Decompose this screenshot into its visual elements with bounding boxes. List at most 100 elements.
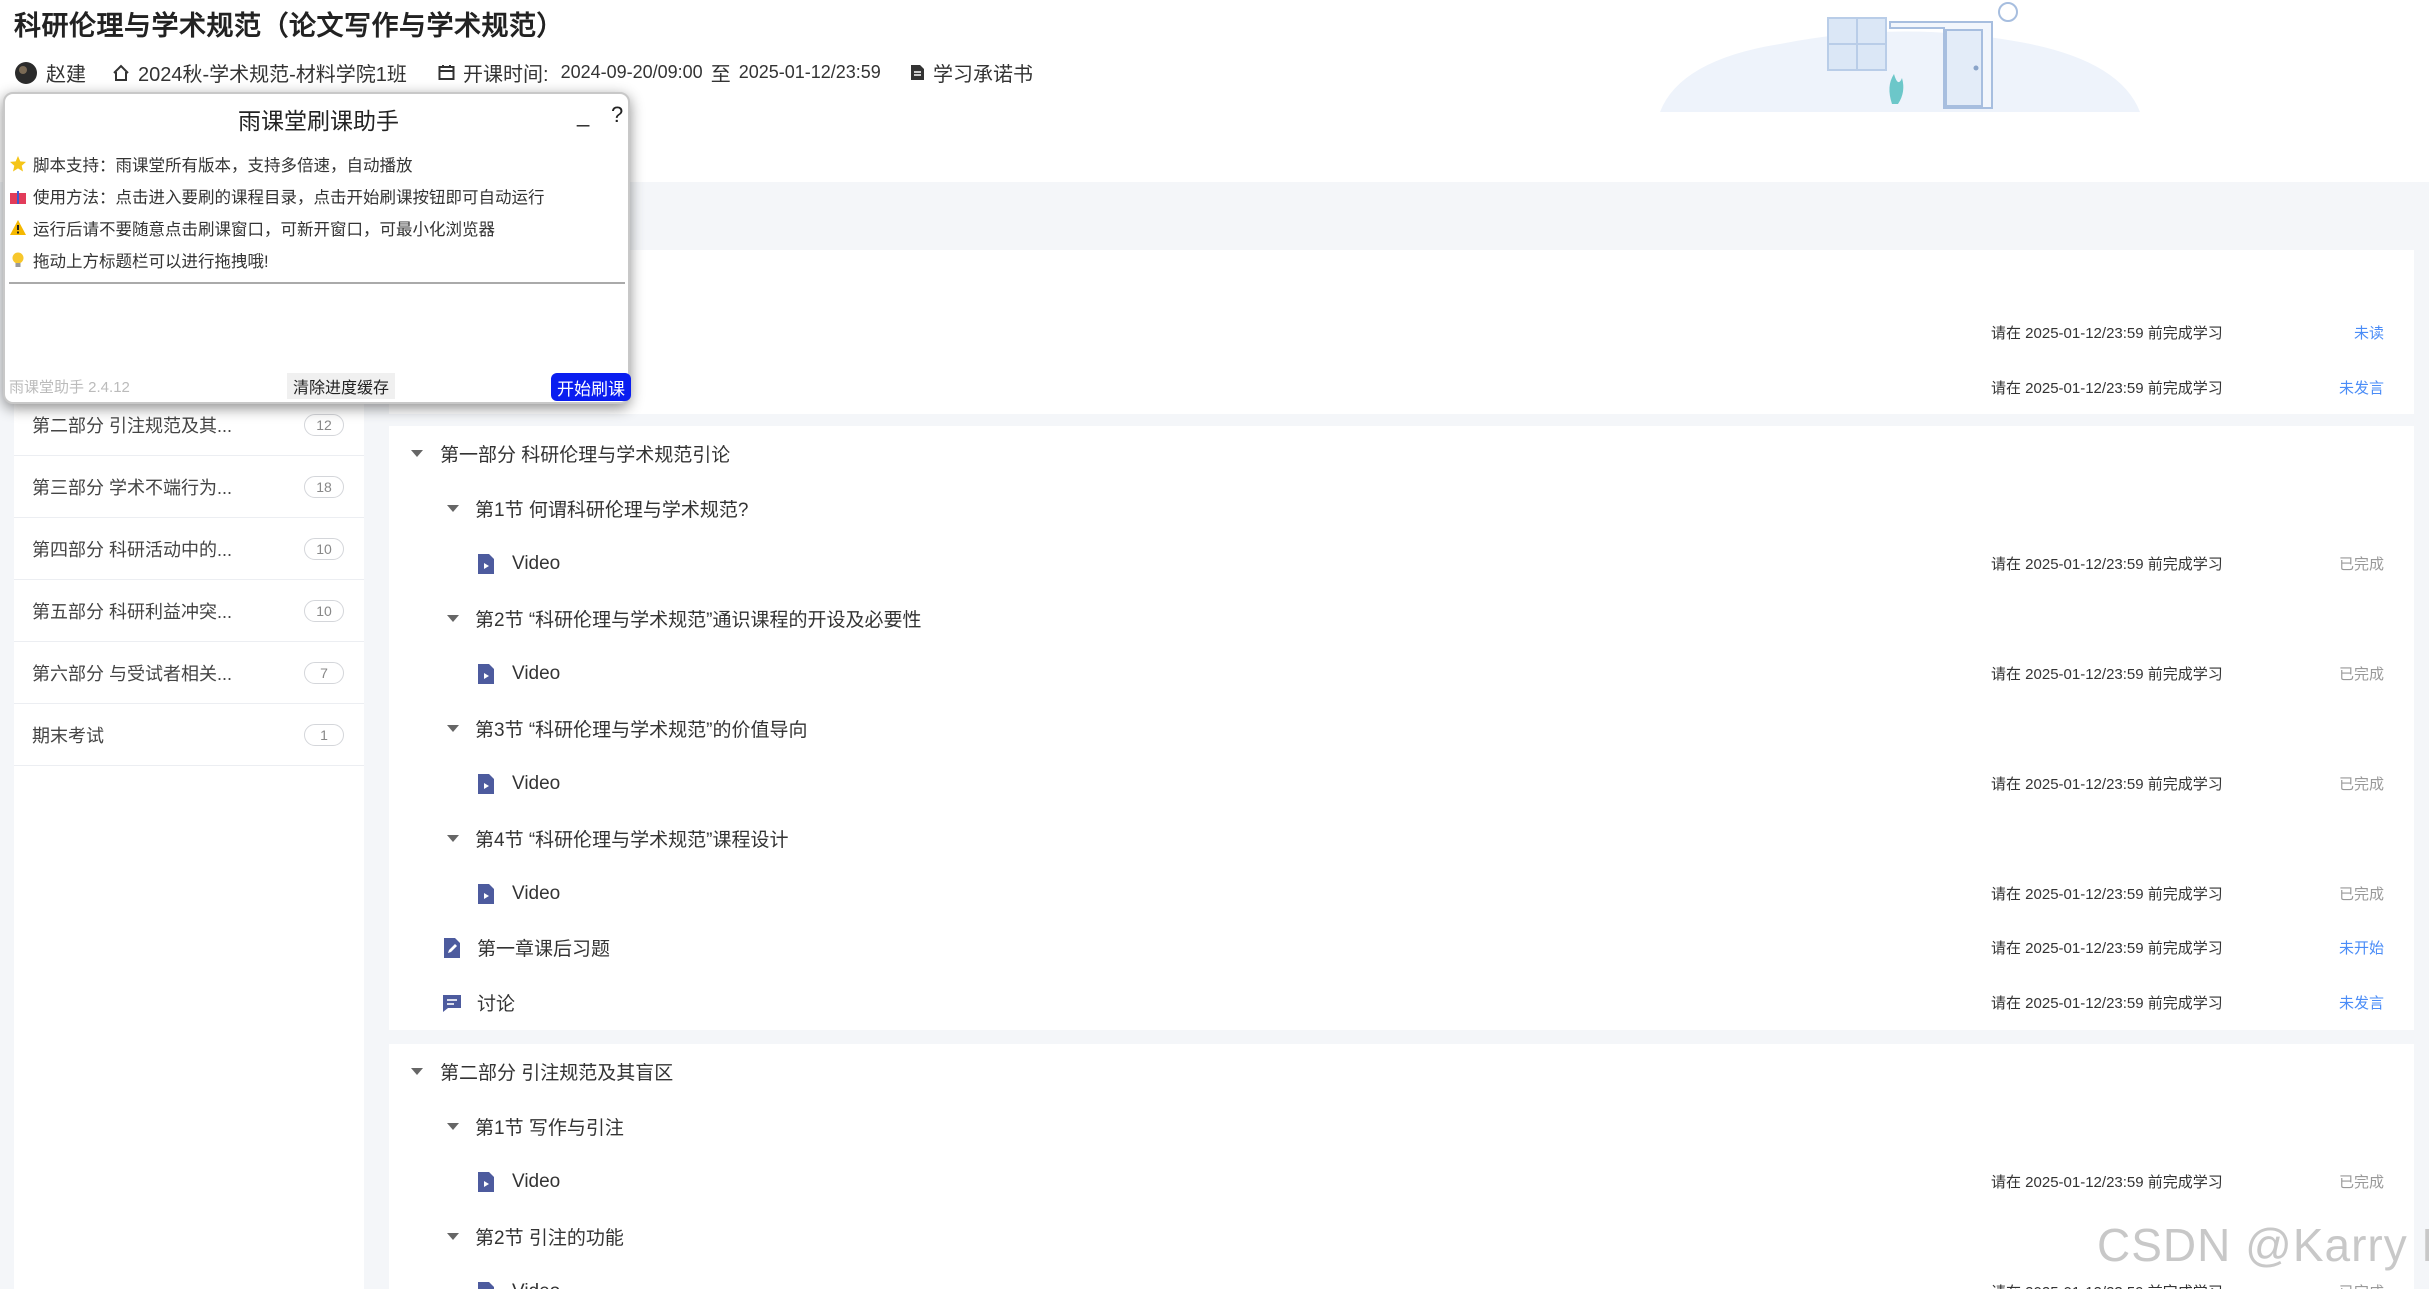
sidebar-item-label: 第二部分 引注规范及其... bbox=[32, 415, 233, 436]
sidebar-item-final-exam[interactable]: 期末考试 1 bbox=[14, 704, 364, 766]
section-title: 第1节 何谓科研伦理与学术规范? bbox=[475, 500, 749, 521]
row-status: 已完成 bbox=[2338, 556, 2384, 573]
gift-icon bbox=[10, 191, 26, 204]
teacher-name: 赵建 bbox=[46, 64, 86, 86]
sidebar-item-part3[interactable]: 第三部分 学术不端行为... 18 bbox=[14, 456, 364, 518]
collapse-caret-icon[interactable] bbox=[445, 721, 461, 737]
video-row[interactable]: Video 请在 2025-01-12/23:59 前完成学习 已完成 bbox=[389, 756, 2414, 811]
sidebar-item-label: 第六部分 与受试者相关... bbox=[32, 663, 233, 684]
helper-line: 拖动上方标题栏可以进行拖拽哦! bbox=[9, 248, 269, 272]
watermark: CSDN @Karry D bbox=[2097, 1219, 2429, 1271]
collapse-caret-icon[interactable] bbox=[445, 831, 461, 847]
row-status: 未发言 bbox=[2338, 995, 2384, 1012]
avatar bbox=[15, 61, 37, 84]
row-deadline: 请在 2025-01-12/23:59 前完成学习 bbox=[1991, 1281, 2223, 1289]
video-row[interactable]: Video 请在 2025-01-12/23:59 前完成学习 已完成 bbox=[389, 866, 2414, 921]
time-separator: 至 bbox=[710, 64, 731, 86]
collapse-caret-icon[interactable] bbox=[409, 446, 425, 462]
discussion-title: 讨论 bbox=[477, 994, 516, 1015]
video-row[interactable]: Video 请在 2025-01-12/23:59 前完成学习 已完成 bbox=[389, 536, 2414, 591]
calendar-icon bbox=[438, 65, 455, 80]
row-deadline: 请在 2025-01-12/23:59 前完成学习 bbox=[1991, 325, 2223, 342]
section-header[interactable]: 第2节 “科研伦理与学术规范”通识课程的开设及必要性 bbox=[389, 591, 2414, 646]
chapter-title: 第二部分 引注规范及其盲区 bbox=[440, 1063, 674, 1084]
helper-line-text: 拖动上方标题栏可以进行拖拽哦! bbox=[33, 253, 269, 271]
row-status: 未发言 bbox=[2338, 380, 2384, 397]
sidebar-item-part4[interactable]: 第四部分 科研活动中的... 10 bbox=[14, 518, 364, 580]
video-title: Video bbox=[512, 772, 561, 794]
sidebar-item-part5[interactable]: 第五部分 科研利益冲突... 10 bbox=[14, 580, 364, 642]
class-name: 2024秋-学术规范-材料学院1班 bbox=[138, 64, 407, 86]
sidebar-item-count: 7 bbox=[304, 661, 344, 684]
collapse-caret-icon[interactable] bbox=[409, 1064, 425, 1080]
sidebar-item-part6[interactable]: 第六部分 与受试者相关... 7 bbox=[14, 642, 364, 704]
exercise-edit-icon bbox=[444, 937, 460, 958]
helper-window[interactable]: 雨课堂刷课助手 _ ? 脚本支持：雨课堂所有版本，支持多倍速，自动播放 使用方法… bbox=[3, 92, 632, 404]
help-button[interactable]: ? bbox=[611, 102, 623, 128]
chapter-header-part1[interactable]: 第一部分 科研伦理与学术规范引论 bbox=[389, 426, 2414, 481]
video-file-icon bbox=[478, 1281, 494, 1289]
video-row[interactable]: Video 请在 2025-01-12/23:59 前完成学习 已完成 bbox=[389, 646, 2414, 701]
video-title: Video bbox=[512, 662, 561, 684]
chapter-card-part1: 第一部分 科研伦理与学术规范引论 第1节 何谓科研伦理与学术规范? Video … bbox=[389, 426, 2414, 1030]
minimize-button[interactable]: _ bbox=[577, 102, 589, 128]
time-start: 2024-09-20/09:00 bbox=[560, 62, 703, 82]
course-title: 科研伦理与学术规范（论文写作与学术规范） bbox=[14, 11, 564, 41]
video-file-icon bbox=[478, 663, 494, 684]
video-title: Video bbox=[512, 552, 561, 574]
sidebar-item-label: 第三部分 学术不端行为... bbox=[32, 477, 233, 498]
pledge-label: 学习承诺书 bbox=[933, 64, 1033, 86]
row-status: 未开始 bbox=[2338, 940, 2384, 957]
clear-cache-button[interactable]: 清除进度缓存 bbox=[287, 373, 396, 399]
intro-row-discussion[interactable]: 请在 2025-01-12/23:59 前完成学习 未发言 bbox=[389, 360, 2414, 415]
row-status: 已完成 bbox=[2338, 666, 2384, 683]
helper-line-text: 运行后请不要随意点击刷课窗口，可新开窗口，可最小化浏览器 bbox=[33, 221, 495, 239]
intro-card: 请在 2025-01-12/23:59 前完成学习 未读 请在 2025-01-… bbox=[389, 250, 2414, 414]
pledge-link[interactable]: 学习承诺书 bbox=[910, 58, 1033, 87]
collapse-caret-icon[interactable] bbox=[445, 501, 461, 517]
helper-title-bar[interactable]: 雨课堂刷课助手 bbox=[5, 102, 632, 136]
teacher-info: 赵建 bbox=[14, 58, 86, 87]
video-row[interactable]: Video 请在 2025-01-12/23:59 前完成学习 已完成 bbox=[389, 1154, 2414, 1209]
section-title: 第2节 引注的功能 bbox=[475, 1228, 624, 1249]
video-title: Video bbox=[512, 882, 561, 904]
lightbulb-icon bbox=[12, 252, 24, 267]
chapter-sidebar: 第二部分 引注规范及其... 12 第三部分 学术不端行为... 18 第四部分… bbox=[14, 380, 364, 1289]
sidebar-item-label: 第五部分 科研利益冲突... bbox=[32, 601, 233, 622]
discussion-icon bbox=[443, 994, 461, 1012]
sidebar-item-count: 10 bbox=[304, 599, 344, 622]
sidebar-item-count: 10 bbox=[304, 537, 344, 560]
row-deadline: 请在 2025-01-12/23:59 前完成学习 bbox=[1991, 666, 2223, 683]
section-header[interactable]: 第1节 何谓科研伦理与学术规范? bbox=[389, 481, 2414, 536]
chapter-title: 第一部分 科研伦理与学术规范引论 bbox=[440, 445, 731, 466]
row-deadline: 请在 2025-01-12/23:59 前完成学习 bbox=[1991, 886, 2223, 903]
exercise-row[interactable]: 第一章课后习题 请在 2025-01-12/23:59 前完成学习 未开始 bbox=[389, 920, 2414, 975]
chapter-header-part2[interactable]: 第二部分 引注规范及其盲区 bbox=[389, 1044, 2414, 1099]
exercise-title: 第一章课后习题 bbox=[477, 939, 611, 960]
row-status: 未读 bbox=[2353, 325, 2384, 342]
time-end: 2025-01-12/23:59 bbox=[738, 62, 881, 82]
sidebar-item-label: 期末考试 bbox=[32, 725, 104, 746]
section-header[interactable]: 第4节 “科研伦理与学术规范”课程设计 bbox=[389, 811, 2414, 866]
row-deadline: 请在 2025-01-12/23:59 前完成学习 bbox=[1991, 940, 2223, 957]
document-icon bbox=[911, 65, 924, 80]
collapse-caret-icon[interactable] bbox=[445, 1119, 461, 1135]
collapse-caret-icon[interactable] bbox=[445, 1229, 461, 1245]
section-header[interactable]: 第1节 写作与引注 bbox=[389, 1099, 2414, 1154]
section-header[interactable]: 第3节 “科研伦理与学术规范”的价值导向 bbox=[389, 701, 2414, 756]
row-deadline: 请在 2025-01-12/23:59 前完成学习 bbox=[1991, 995, 2223, 1012]
helper-line: 使用方法：点击进入要刷的课程目录，点击开始刷课按钮即可自动运行 bbox=[9, 184, 545, 208]
row-deadline: 请在 2025-01-12/23:59 前完成学习 bbox=[1991, 776, 2223, 793]
header-illustration bbox=[1660, 2, 2140, 112]
sidebar-item-label: 第四部分 科研活动中的... bbox=[32, 539, 233, 560]
course-time: 开课时间: 2024-09-20/09:00 至 2025-01-12/23:5… bbox=[438, 58, 881, 87]
intro-row-notice[interactable]: 请在 2025-01-12/23:59 前完成学习 未读 bbox=[389, 305, 2414, 360]
video-file-icon bbox=[478, 1171, 494, 1192]
collapse-caret-icon[interactable] bbox=[445, 611, 461, 627]
helper-line: 运行后请不要随意点击刷课窗口，可新开窗口，可最小化浏览器 bbox=[9, 216, 495, 240]
discussion-row[interactable]: 讨论 请在 2025-01-12/23:59 前完成学习 未发言 bbox=[389, 975, 2414, 1030]
video-title: Video bbox=[512, 1281, 560, 1289]
section-title: 第1节 写作与引注 bbox=[475, 1118, 624, 1139]
start-button[interactable]: 开始刷课 bbox=[551, 373, 631, 401]
section-title: 第2节 “科研伦理与学术规范”通识课程的开设及必要性 bbox=[475, 610, 922, 631]
